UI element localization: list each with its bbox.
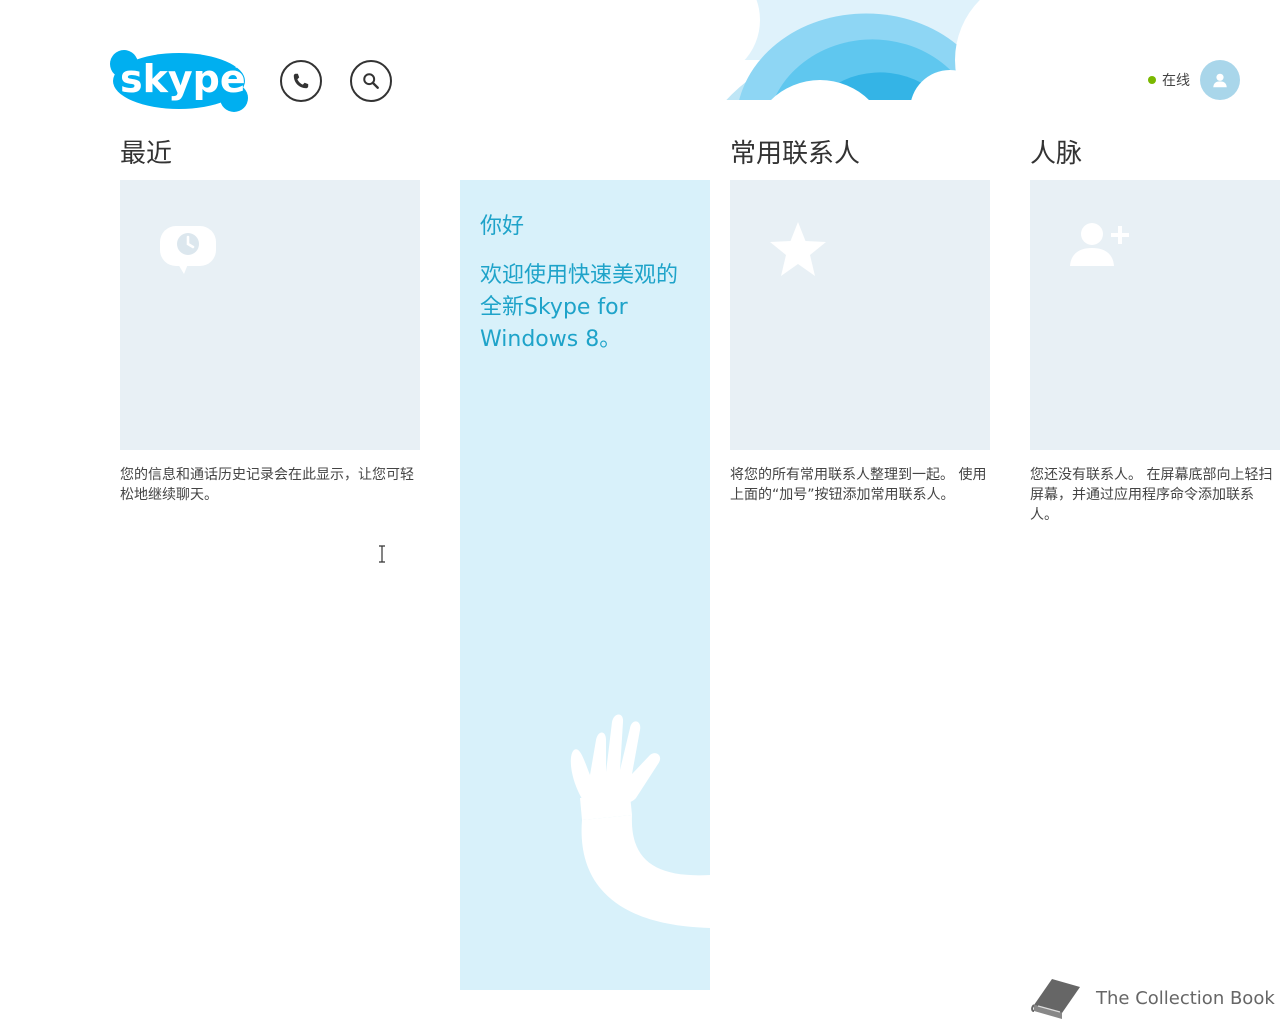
favorites-description: 将您的所有常用联系人整理到一起。 使用上面的“加号”按钮添加常用联系人。: [730, 467, 987, 503]
presence-status[interactable]: 在线: [1148, 70, 1190, 90]
waving-hand-illustration: [570, 714, 710, 928]
call-button[interactable]: [280, 60, 322, 102]
skype-home-screen: skype TM 在线 最近 您的信息和通话历史记录会在此显示，让您可轻松地继续…: [0, 0, 1280, 1024]
welcome-greeting: 你好: [480, 214, 525, 239]
skype-logo-text: skype: [120, 57, 246, 101]
favorites-section-title: 常用联系人: [730, 139, 861, 169]
online-status-dot: [1148, 76, 1156, 84]
recent-description: 您的信息和通话历史记录会在此显示，让您可轻松地继续聊天。: [120, 467, 414, 503]
recent-tile[interactable]: [120, 180, 420, 450]
chat-clock-icon: [160, 226, 216, 274]
add-user-icon: [1070, 223, 1129, 266]
skype-logo: skype TM: [110, 48, 248, 112]
welcome-text: 欢迎使用快速美观的全新Skype for Windows 8。: [480, 263, 679, 352]
star-icon: [770, 222, 826, 276]
welcome-panel: 你好 欢迎使用快速美观的全新Skype for Windows 8。: [460, 180, 710, 990]
user-icon: [1213, 73, 1227, 88]
recent-section-title: 最近: [120, 139, 173, 169]
search-icon: [363, 73, 379, 89]
people-tile[interactable]: [1030, 180, 1280, 450]
favorites-tile[interactable]: [730, 180, 990, 450]
people-description: 您还没有联系人。 在屏幕底部向上轻扫屏幕，并通过应用程序命令添加联系人。: [1030, 467, 1273, 523]
phone-icon: [293, 73, 309, 89]
book-icon: [1031, 979, 1080, 1019]
avatar[interactable]: [1200, 60, 1240, 100]
people-section-title: 人脉: [1030, 139, 1083, 169]
search-button[interactable]: [350, 60, 392, 102]
status-label: 在线: [1162, 73, 1190, 89]
collection-book-text: The Collection Book: [1096, 987, 1275, 1009]
text-cursor-icon: [379, 545, 385, 563]
skype-logo-tm: TM: [233, 62, 244, 70]
collection-book-watermark: The Collection Book: [1030, 975, 1275, 1021]
skype-logo-icon: skype TM: [110, 50, 248, 112]
